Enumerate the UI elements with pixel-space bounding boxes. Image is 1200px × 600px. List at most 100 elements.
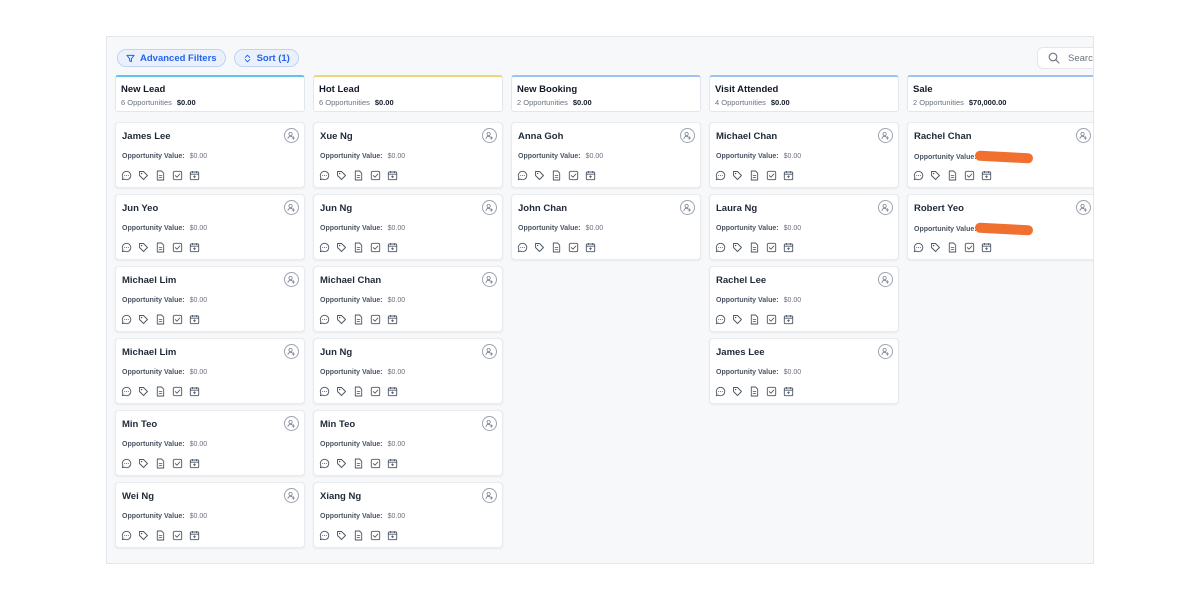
task-icon[interactable] [370, 386, 381, 397]
assign-user-icon[interactable] [482, 128, 497, 143]
comment-icon[interactable] [121, 170, 132, 181]
calendar-icon[interactable] [981, 170, 992, 181]
document-icon[interactable] [353, 458, 364, 469]
task-icon[interactable] [568, 242, 579, 253]
contact-name[interactable]: Anna Goh [518, 130, 694, 143]
document-icon[interactable] [155, 458, 166, 469]
comment-icon[interactable] [319, 170, 330, 181]
document-icon[interactable] [551, 242, 562, 253]
opportunity-card[interactable]: James Lee Opportunity Value: $0.00 [709, 338, 899, 404]
contact-name[interactable]: John Chan [518, 202, 694, 215]
calendar-icon[interactable] [387, 386, 398, 397]
assign-user-icon[interactable] [482, 200, 497, 215]
assign-user-icon[interactable] [878, 128, 893, 143]
document-icon[interactable] [749, 170, 760, 181]
comment-icon[interactable] [121, 242, 132, 253]
contact-name[interactable]: Michael Lim [122, 346, 298, 359]
advanced-filters-button[interactable]: Advanced Filters [117, 49, 226, 67]
task-icon[interactable] [370, 242, 381, 253]
comment-icon[interactable] [319, 242, 330, 253]
tag-icon[interactable] [138, 242, 149, 253]
assign-user-icon[interactable] [284, 488, 299, 503]
tag-icon[interactable] [930, 170, 941, 181]
calendar-icon[interactable] [189, 314, 200, 325]
calendar-icon[interactable] [783, 242, 794, 253]
calendar-icon[interactable] [189, 242, 200, 253]
document-icon[interactable] [353, 314, 364, 325]
contact-name[interactable]: Rachel Lee [716, 274, 892, 287]
calendar-icon[interactable] [981, 242, 992, 253]
opportunity-card[interactable]: Jun Ng Opportunity Value: $0.00 [313, 194, 503, 260]
opportunity-card[interactable]: Jun Yeo Opportunity Value: $0.00 [115, 194, 305, 260]
document-icon[interactable] [155, 170, 166, 181]
calendar-icon[interactable] [585, 242, 596, 253]
assign-user-icon[interactable] [482, 488, 497, 503]
contact-name[interactable]: Min Teo [122, 418, 298, 431]
opportunity-card[interactable]: Laura Ng Opportunity Value: $0.00 [709, 194, 899, 260]
task-icon[interactable] [172, 458, 183, 469]
task-icon[interactable] [172, 242, 183, 253]
document-icon[interactable] [749, 386, 760, 397]
column-header[interactable]: Sale 2 Opportunities $70,000.00 [907, 75, 1093, 112]
tag-icon[interactable] [930, 242, 941, 253]
comment-icon[interactable] [319, 458, 330, 469]
calendar-icon[interactable] [783, 170, 794, 181]
contact-name[interactable]: Jun Ng [320, 346, 496, 359]
assign-user-icon[interactable] [878, 272, 893, 287]
sort-button[interactable]: Sort (1) [233, 49, 299, 67]
calendar-icon[interactable] [189, 386, 200, 397]
contact-name[interactable]: Robert Yeo [914, 202, 1090, 215]
opportunity-card[interactable]: Michael Chan Opportunity Value: $0.00 [709, 122, 899, 188]
task-icon[interactable] [964, 242, 975, 253]
calendar-icon[interactable] [189, 458, 200, 469]
comment-icon[interactable] [319, 530, 330, 541]
assign-user-icon[interactable] [680, 200, 695, 215]
contact-name[interactable]: James Lee [122, 130, 298, 143]
document-icon[interactable] [749, 314, 760, 325]
comment-icon[interactable] [121, 386, 132, 397]
opportunity-card[interactable]: Wei Ng Opportunity Value: $0.00 [115, 482, 305, 548]
comment-icon[interactable] [319, 386, 330, 397]
opportunity-card[interactable]: Min Teo Opportunity Value: $0.00 [115, 410, 305, 476]
contact-name[interactable]: Michael Chan [320, 274, 496, 287]
tag-icon[interactable] [336, 386, 347, 397]
task-icon[interactable] [964, 170, 975, 181]
task-icon[interactable] [370, 530, 381, 541]
tag-icon[interactable] [138, 458, 149, 469]
assign-user-icon[interactable] [284, 344, 299, 359]
task-icon[interactable] [172, 386, 183, 397]
assign-user-icon[interactable] [878, 344, 893, 359]
task-icon[interactable] [766, 170, 777, 181]
comment-icon[interactable] [913, 242, 924, 253]
comment-icon[interactable] [121, 314, 132, 325]
assign-user-icon[interactable] [284, 200, 299, 215]
contact-name[interactable]: Min Teo [320, 418, 496, 431]
contact-name[interactable]: Xue Ng [320, 130, 496, 143]
opportunity-card[interactable]: Michael Lim Opportunity Value: $0.00 [115, 338, 305, 404]
document-icon[interactable] [551, 170, 562, 181]
tag-icon[interactable] [732, 386, 743, 397]
contact-name[interactable]: Jun Ng [320, 202, 496, 215]
tag-icon[interactable] [138, 386, 149, 397]
tag-icon[interactable] [336, 170, 347, 181]
contact-name[interactable]: Rachel Chan [914, 130, 1090, 143]
assign-user-icon[interactable] [482, 344, 497, 359]
opportunity-card[interactable]: Min Teo Opportunity Value: $0.00 [313, 410, 503, 476]
opportunity-card[interactable]: Anna Goh Opportunity Value: $0.00 [511, 122, 701, 188]
contact-name[interactable]: Laura Ng [716, 202, 892, 215]
opportunity-card[interactable]: Michael Lim Opportunity Value: $0.00 [115, 266, 305, 332]
assign-user-icon[interactable] [482, 272, 497, 287]
calendar-icon[interactable] [783, 314, 794, 325]
calendar-icon[interactable] [783, 386, 794, 397]
comment-icon[interactable] [715, 314, 726, 325]
comment-icon[interactable] [517, 170, 528, 181]
tag-icon[interactable] [138, 314, 149, 325]
contact-name[interactable]: Michael Lim [122, 274, 298, 287]
document-icon[interactable] [947, 242, 958, 253]
contact-name[interactable]: Jun Yeo [122, 202, 298, 215]
search-input[interactable] [1068, 52, 1093, 64]
document-icon[interactable] [749, 242, 760, 253]
document-icon[interactable] [353, 170, 364, 181]
contact-name[interactable]: Michael Chan [716, 130, 892, 143]
assign-user-icon[interactable] [284, 128, 299, 143]
